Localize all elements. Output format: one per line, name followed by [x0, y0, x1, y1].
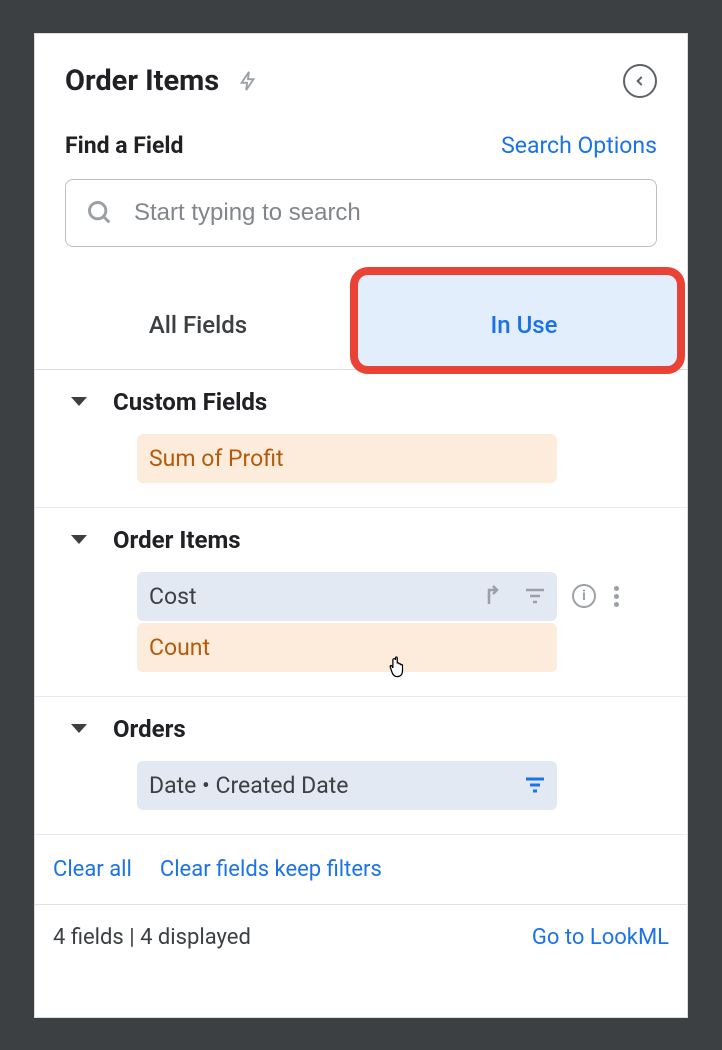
- group-orders: Orders Date • Created Date: [35, 697, 687, 835]
- pivot-icon[interactable]: [485, 584, 509, 608]
- tabs-row: All Fields In Use: [35, 267, 687, 370]
- field-date-created-date[interactable]: Date • Created Date: [137, 761, 557, 810]
- clear-links-row: Clear all Clear fields keep filters: [35, 835, 687, 905]
- caret-down-icon: [71, 535, 87, 544]
- caret-down-icon: [71, 724, 87, 733]
- field-cost[interactable]: Cost i: [137, 572, 557, 621]
- field-label: Cost: [149, 583, 196, 610]
- search-section: Find a Field Search Options: [35, 108, 687, 267]
- field-picker-panel: Order Items Find a Field Search Options …: [34, 33, 688, 1018]
- field-filter-indicator: [523, 773, 547, 797]
- caret-down-icon: [71, 397, 87, 406]
- search-input[interactable]: [134, 199, 636, 227]
- field-extra-actions: i: [572, 584, 619, 608]
- filter-icon[interactable]: [523, 584, 547, 608]
- field-label: Count: [149, 634, 210, 661]
- kebab-menu-icon[interactable]: [614, 586, 619, 607]
- group-header-custom-fields[interactable]: Custom Fields: [51, 388, 671, 416]
- search-box[interactable]: [65, 179, 657, 247]
- group-custom-fields: Custom Fields Sum of Profit: [35, 370, 687, 508]
- tab-in-use[interactable]: In Use: [361, 281, 687, 369]
- group-title: Orders: [113, 715, 186, 743]
- panel-header: Order Items: [35, 34, 687, 108]
- footer-status: 4 fields | 4 displayed: [53, 925, 251, 950]
- tab-all-fields[interactable]: All Fields: [35, 281, 361, 369]
- clear-fields-keep-filters-link[interactable]: Clear fields keep filters: [160, 857, 382, 882]
- search-icon: [86, 199, 114, 227]
- group-title: Custom Fields: [113, 388, 267, 416]
- info-icon[interactable]: i: [572, 584, 596, 608]
- go-to-lookml-link[interactable]: Go to LookML: [532, 925, 669, 950]
- panel-title: Order Items: [65, 64, 219, 98]
- field-sum-of-profit[interactable]: Sum of Profit: [137, 434, 557, 483]
- collapse-panel-button[interactable]: [623, 64, 657, 98]
- field-hover-actions: [485, 584, 547, 608]
- field-label: Sum of Profit: [149, 445, 284, 472]
- footer: 4 fields | 4 displayed Go to LookML: [35, 905, 687, 974]
- field-list: Cost i: [51, 572, 671, 672]
- quick-start-icon[interactable]: [237, 66, 259, 96]
- search-header: Find a Field Search Options: [65, 132, 657, 159]
- field-list: Date • Created Date: [51, 761, 671, 810]
- field-list-content[interactable]: Custom Fields Sum of Profit Order Items …: [35, 370, 687, 1017]
- filter-active-icon[interactable]: [523, 773, 547, 797]
- group-title: Order Items: [113, 526, 241, 554]
- field-list: Sum of Profit: [51, 434, 671, 483]
- group-order-items: Order Items Cost: [35, 508, 687, 697]
- field-label: Date • Created Date: [149, 772, 348, 799]
- header-left: Order Items: [65, 64, 259, 98]
- group-header-orders[interactable]: Orders: [51, 715, 671, 743]
- clear-all-link[interactable]: Clear all: [53, 857, 132, 882]
- field-count[interactable]: Count: [137, 623, 557, 672]
- search-options-link[interactable]: Search Options: [501, 132, 657, 159]
- find-field-label: Find a Field: [65, 132, 183, 159]
- group-header-order-items[interactable]: Order Items: [51, 526, 671, 554]
